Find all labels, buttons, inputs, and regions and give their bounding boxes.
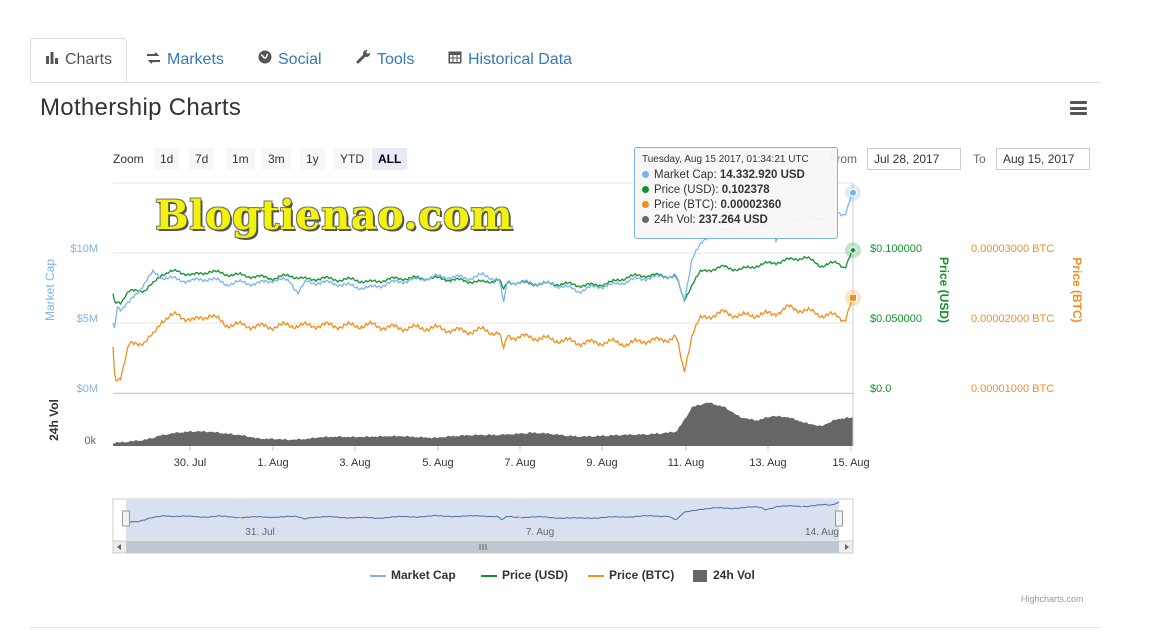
tooltip-value: 14.332.920 USD xyxy=(719,169,805,181)
tooltip-row-price-btc: Price (BTC): 0.00002360 xyxy=(642,198,830,213)
price-usd-line xyxy=(112,248,854,306)
volume-area xyxy=(113,402,853,446)
series-dot-icon xyxy=(642,171,649,178)
tooltip-row-volume: 24h Vol: 237.264 USD xyxy=(642,213,830,228)
legend-item-market-cap[interactable]: Market Cap xyxy=(370,568,456,582)
legend-item-volume[interactable]: 24h Vol xyxy=(693,568,755,582)
x-tick-label: 11. Aug xyxy=(668,457,705,469)
legend-label: Price (USD) xyxy=(502,568,569,582)
x-axis-ticks: 30. Jul 1. Aug 3. Aug 5. Aug 7. Aug 9. Aug 11.… xyxy=(174,446,870,469)
tooltip-label: Price (BTC) xyxy=(654,199,715,211)
y-tick-market-cap: $0M xyxy=(77,383,98,395)
x-tick-label: 15. Aug xyxy=(832,457,869,469)
y-axis-title-volume: 24h Vol xyxy=(47,399,61,441)
tooltip-label: Price (USD) xyxy=(654,184,716,196)
y-tick-volume: 0k xyxy=(84,435,96,447)
chart-legend: Market Cap Price (USD) Price (BTC) 24h V… xyxy=(0,568,1150,588)
bottom-divider xyxy=(30,627,1100,628)
tooltip-value: 0.00002360 xyxy=(720,199,782,211)
legend-label: 24h Vol xyxy=(713,568,755,582)
tooltip-label: 24h Vol xyxy=(654,214,693,226)
price-btc-marker xyxy=(849,293,857,302)
legend-item-price-usd[interactable]: Price (USD) xyxy=(481,568,568,582)
tooltip-row-market-cap: Market Cap: 14.332.920 USD xyxy=(642,168,830,183)
y-axis-title-price-btc: Price (BTC) xyxy=(1070,257,1084,322)
x-tick-label: 7. Aug xyxy=(504,457,535,469)
chart-svg: Market Cap $10M $5M $0M $0.100000 $0.050… xyxy=(43,182,1084,554)
chart-tooltip: Tuesday, Aug 15 2017, 01:34:21 UTC Marke… xyxy=(634,147,838,239)
legend-label: Market Cap xyxy=(391,568,456,582)
y-tick-market-cap: $5M xyxy=(77,313,98,325)
x-tick-label: 3. Aug xyxy=(339,457,370,469)
legend-label: Price (BTC) xyxy=(609,568,675,582)
navigator-tick-label: 7. Aug xyxy=(526,527,554,538)
pane-divider xyxy=(113,393,854,394)
tooltip-header: Tuesday, Aug 15 2017, 01:34:21 UTC xyxy=(642,154,809,165)
series-dot-icon xyxy=(642,216,649,223)
y-tick-price-usd: $0.0 xyxy=(870,383,891,395)
series-dot-icon xyxy=(642,201,649,208)
series-dot-icon xyxy=(642,186,649,193)
x-tick-label: 5. Aug xyxy=(422,457,453,469)
x-tick-label: 13. Aug xyxy=(749,457,786,469)
y-tick-price-btc: 0.00002000 BTC xyxy=(971,313,1054,325)
legend-box-icon xyxy=(693,569,707,582)
legend-line-icon xyxy=(370,574,386,577)
y-tick-market-cap: $10M xyxy=(70,243,98,255)
tooltip-value: 237.264 USD xyxy=(698,214,768,226)
navigator-tick-label: 14. Aug xyxy=(805,527,839,538)
market-cap-marker xyxy=(849,188,857,197)
tooltip-value: 0.102378 xyxy=(721,184,770,196)
legend-item-price-btc[interactable]: Price (BTC) xyxy=(588,568,674,582)
y-axis-title-market-cap: Market Cap xyxy=(43,259,57,321)
y-tick-price-btc: 0.00001000 BTC xyxy=(971,383,1054,395)
navigator-tick-label: 31. Jul xyxy=(245,527,274,538)
y-tick-price-usd: $0.050000 xyxy=(870,313,922,325)
scrollbar[interactable] xyxy=(112,540,854,554)
y-tick-price-btc: 0.00003000 BTC xyxy=(971,243,1054,255)
price-btc-line xyxy=(112,294,854,382)
volume-series xyxy=(113,402,853,446)
navigator-right-handle[interactable] xyxy=(835,510,843,527)
x-tick-label: 30. Jul xyxy=(174,457,206,469)
navigator[interactable]: 31. Jul 7. Aug 14. Aug xyxy=(112,498,854,542)
y-axis-title-price-usd: Price (USD) xyxy=(937,257,951,323)
highcharts-credit[interactable]: Highcharts.com xyxy=(1021,594,1084,604)
tooltip-row-price-usd: Price (USD): 0.102378 xyxy=(642,183,830,198)
navigator-selection[interactable] xyxy=(126,500,839,540)
navigator-left-handle[interactable] xyxy=(122,510,130,527)
x-tick-label: 9. Aug xyxy=(586,457,617,469)
legend-line-icon xyxy=(481,574,497,577)
x-tick-label: 1. Aug xyxy=(257,457,288,469)
y-tick-price-usd: $0.100000 xyxy=(870,243,922,255)
legend-line-icon xyxy=(588,574,604,577)
tooltip-label: Market Cap xyxy=(654,169,714,181)
